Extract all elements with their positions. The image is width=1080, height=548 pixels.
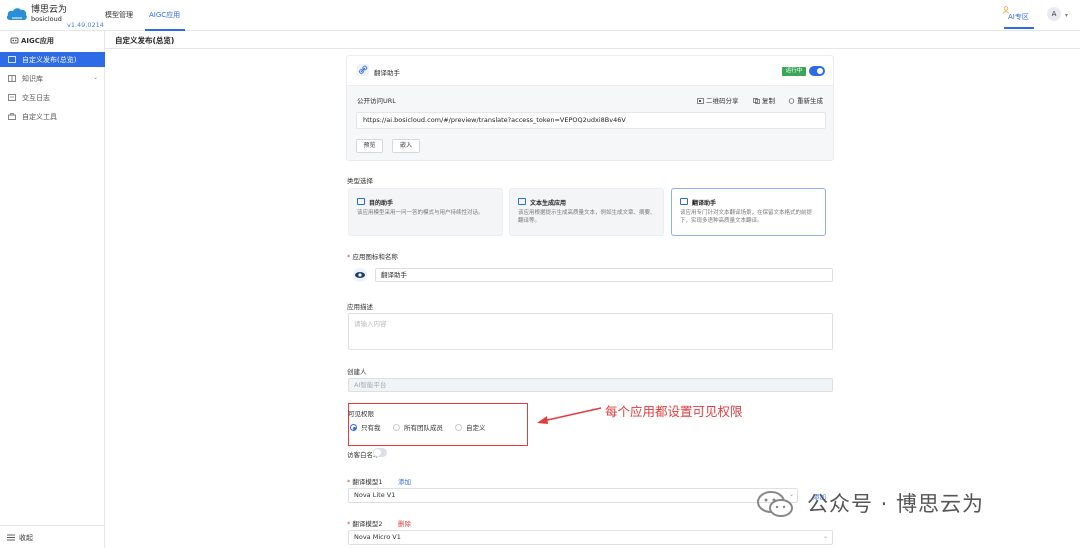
- embed-button[interactable]: 嵌入: [392, 139, 420, 153]
- log-icon: [8, 94, 16, 101]
- type-card-translation-assistant[interactable]: 翻译助手 该应用专门针对文本翻译场景，在保留文本格式的前提下，实现多语种高质量文…: [671, 188, 826, 236]
- book-icon: [8, 75, 16, 82]
- copy-button[interactable]: 复制: [753, 95, 775, 105]
- refresh-icon: [788, 98, 795, 104]
- app-avatar[interactable]: [353, 268, 367, 282]
- app-card-header: 翻译助手 运行中: [347, 56, 833, 86]
- watermark-text: 公众号 · 博思云为: [807, 492, 985, 516]
- public-url-field[interactable]: https://ai.bosicloud.com/#/preview/trans…: [356, 112, 826, 129]
- radio-icon: [350, 424, 357, 431]
- copy-icon: [753, 98, 760, 104]
- visibility-option-all-team[interactable]: 所有团队成员: [393, 422, 443, 432]
- toolbox-icon: [8, 113, 16, 120]
- main-content: 翻译助手 运行中 公开访问URL 二维码分享 复制 重新生成 https://a…: [105, 49, 1080, 548]
- app-publish-card: 翻译助手 运行中 公开访问URL 二维码分享 复制 重新生成 https://a…: [346, 55, 834, 161]
- app-desc-textarea[interactable]: 请输入内容: [348, 313, 833, 350]
- type-card-text-generation[interactable]: 文本生成应用 该应用根据提示生成高质量文本，例如生成文章、摘要、翻译等。: [509, 188, 664, 236]
- chevron-down-icon[interactable]: ▾: [1065, 12, 1068, 19]
- ai-zone-label: AI专区: [1008, 13, 1029, 21]
- app-name-label: * 应用图标和名称: [347, 253, 398, 261]
- nav-aigc-apps[interactable]: AIGC应用: [149, 0, 180, 31]
- status-badge: 运行中: [782, 67, 806, 76]
- type-section-label: 类型选择: [347, 177, 373, 185]
- ai-zone-tab[interactable]: AI专区: [1003, 5, 1034, 29]
- sidebar-title: AIGC应用: [0, 31, 105, 50]
- version-label: v1.49.0214: [67, 21, 104, 29]
- delete-model-button[interactable]: 删除: [398, 518, 411, 528]
- creator-label: 创建人: [347, 368, 367, 376]
- creator-field: AI智能平台: [348, 378, 833, 392]
- menu-collapse-icon: [7, 534, 15, 541]
- link-icon: [358, 65, 368, 74]
- eye-icon: [355, 272, 365, 278]
- qr-share-button[interactable]: 二维码分享: [697, 95, 739, 105]
- chat-icon: [357, 198, 365, 205]
- page-header: 自定义发布(总览): [105, 31, 1080, 49]
- brand-sub: bosicloud: [31, 15, 62, 23]
- regenerate-button[interactable]: 重新生成: [788, 95, 823, 105]
- model2-select[interactable]: Nova Micro V1: [348, 530, 833, 545]
- whitelist-toggle[interactable]: [373, 448, 387, 457]
- sidebar-item-interaction-log[interactable]: 交互日志: [0, 90, 105, 105]
- app-desc-label: 应用描述: [347, 303, 373, 311]
- app-name: 翻译助手: [374, 69, 400, 77]
- model2-label: * 翻译模型2: [347, 520, 383, 528]
- annotation-text: 每个应用都设置可见权限: [605, 404, 743, 419]
- sidebar-collapse[interactable]: 收起: [0, 525, 105, 548]
- preview-button[interactable]: 预览: [356, 139, 383, 153]
- robot-icon: [10, 37, 19, 44]
- model1-select[interactable]: Nova Lite V1: [348, 488, 798, 503]
- app-enable-toggle[interactable]: [809, 66, 825, 76]
- visibility-option-only-me[interactable]: 只有我: [350, 422, 381, 432]
- sidebar-item-custom-tools[interactable]: 自定义工具: [0, 109, 105, 124]
- wechat-icon: [757, 491, 793, 517]
- app-icon: [357, 64, 369, 76]
- app-name-input[interactable]: 翻译助手: [375, 268, 833, 282]
- qr-code-icon: [697, 98, 704, 104]
- top-bar: 博思云为 bosicloud v1.49.0214 模型管理 AIGC应用 AI…: [0, 0, 1080, 31]
- page-title: 自定义发布(总览): [115, 36, 175, 45]
- publish-icon: [8, 56, 16, 63]
- chevron-down-icon[interactable]: ⌄: [93, 74, 98, 81]
- sidebar: AIGC应用 自定义发布(总览) 知识库 ⌄ 交互日志 自定义工具 收起: [0, 31, 105, 548]
- watermark: 公众号 · 博思云为: [755, 485, 1055, 521]
- radio-icon: [455, 424, 462, 431]
- model1-label: * 翻译模型1: [347, 478, 383, 486]
- type-card-chat-assistant[interactable]: 目的助手 该应用模型采用一问一答的模式与用户持续性对话。: [348, 188, 503, 236]
- translate-icon: [680, 198, 688, 205]
- brand-logo[interactable]: 博思云为 bosicloud v1.49.0214: [6, 4, 104, 29]
- visibility-label: 可见权限: [348, 410, 374, 418]
- nav-model-management[interactable]: 模型管理: [105, 0, 133, 31]
- brand-name: 博思云为: [31, 5, 68, 15]
- document-icon: [518, 198, 526, 205]
- annotation-arrow-icon: [537, 407, 602, 424]
- add-model-button[interactable]: 添加: [398, 476, 411, 486]
- chevron-down-icon[interactable]: ⌄: [823, 533, 828, 540]
- public-url-label: 公开访问URL: [357, 97, 396, 105]
- cloud-logo-icon: [6, 8, 27, 20]
- sidebar-item-custom-publish[interactable]: 自定义发布(总览): [0, 52, 105, 67]
- user-avatar[interactable]: A: [1047, 7, 1061, 21]
- visibility-option-custom[interactable]: 自定义: [455, 422, 486, 432]
- sidebar-item-knowledge-base[interactable]: 知识库 ⌄: [0, 71, 105, 86]
- radio-icon: [393, 424, 400, 431]
